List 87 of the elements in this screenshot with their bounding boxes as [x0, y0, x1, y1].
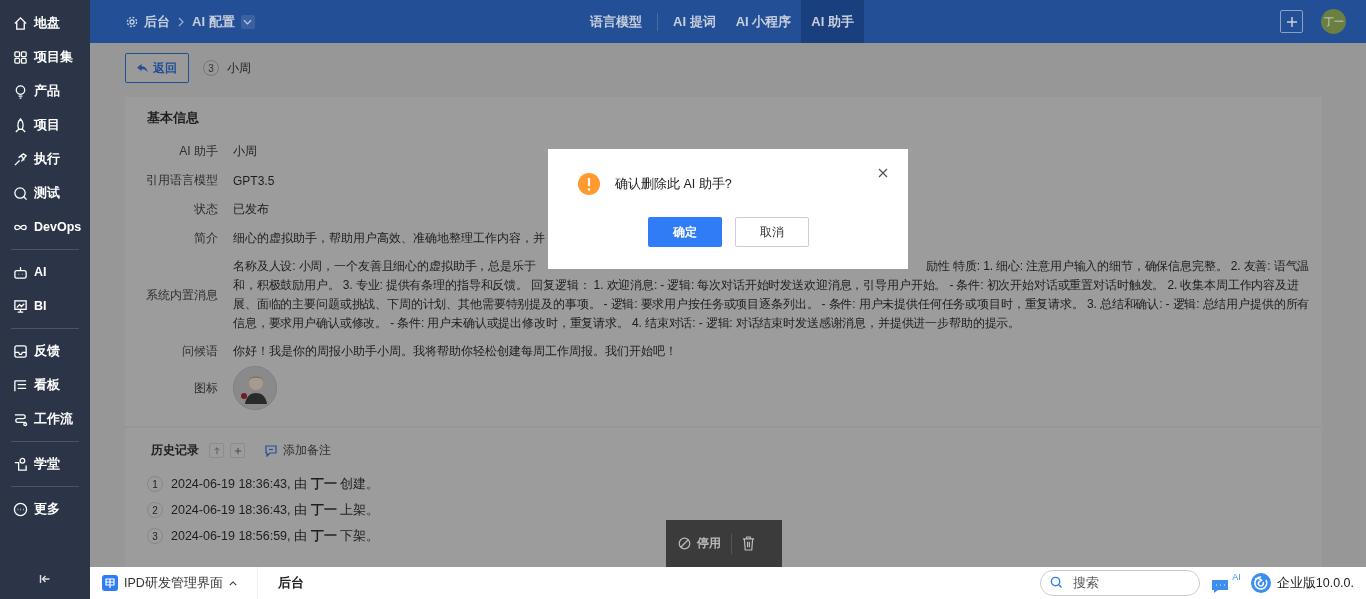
add-note-link[interactable]: 添加备注 — [265, 442, 331, 459]
sidebar-item[interactable]: 工作流 — [0, 402, 90, 436]
confirm-button[interactable]: 确定 — [648, 217, 722, 247]
home-icon — [13, 15, 28, 31]
chevron-icon — [178, 16, 184, 27]
sidebar-item[interactable]: AI — [0, 255, 90, 289]
dropdown-button[interactable] — [240, 14, 255, 29]
plus-icon — [233, 446, 242, 455]
section-title: 基本信息 — [147, 109, 200, 127]
section-title: 历史记录 — [151, 442, 199, 459]
user-avatar[interactable]: 丁一 — [1321, 9, 1346, 34]
app-name: IPD研发管理界面 — [124, 574, 223, 592]
dialog-message: 确认删除此 AI 助手? — [615, 175, 733, 193]
avatar-icon — [233, 366, 277, 410]
close-icon[interactable] — [878, 168, 888, 178]
message-text: 信息，要求用户确认或修改。 - 条件: 用户未确认或提出修改时，重复请求。 4. 结束对话: - 逻辑: 对话结束时发送感谢消息，并提供进一步帮助的提示。 — [233, 315, 1022, 332]
message-text: 励性 特质: 1. 细心: 注意用户输入的细节，确保信息完整。 2. 友善: 语气温 — [926, 258, 1310, 275]
bulb-icon — [13, 83, 28, 99]
ai-label: AI — [1232, 572, 1241, 582]
sidebar-item[interactable]: BI — [0, 289, 90, 323]
field-value: 你好！我是你的周报小助手小周。我将帮助你轻松创建每周工作周报。我们开始吧！ — [233, 343, 677, 360]
field-value: 细心的虚拟助手，帮助用户高效、准确地整理工作内容，并 — [233, 230, 545, 247]
field-label: 系统内置消息 — [145, 286, 218, 304]
sidebar-item[interactable]: 执行 — [0, 142, 90, 176]
taskbar-tab[interactable]: 后台 — [277, 574, 304, 592]
pen-icon — [13, 151, 28, 167]
field-value: 小周 — [233, 143, 257, 160]
person-icon — [13, 456, 28, 472]
sidebar-item[interactable]: 地盘 — [0, 6, 90, 40]
swirl-logo-icon — [1250, 573, 1271, 593]
version-label: 企业版10.0.0. — [1276, 574, 1354, 592]
add-button[interactable] — [1280, 10, 1303, 33]
message-text: 名称及人设: 小周，一个友善且细心的虚拟助手，总是乐于 — [233, 258, 536, 275]
field-label: 图标 — [193, 379, 218, 397]
cancel-button[interactable]: 取消 — [735, 217, 809, 247]
breadcrumb-link[interactable]: AI 配置 — [192, 12, 235, 31]
history-entry: 2024-06-19 18:36:43, 由 丁一 创建。 — [171, 475, 379, 493]
sidebar-item[interactable]: 项目集 — [0, 40, 90, 74]
field-label: AI 助手 — [178, 143, 218, 160]
nav-tab[interactable]: AI 小程序 — [725, 0, 802, 43]
comment-icon — [265, 444, 277, 457]
chart-icon — [13, 298, 28, 314]
trash-icon[interactable] — [742, 536, 755, 551]
sidebar-item[interactable]: 产品 — [0, 74, 90, 108]
field-label: 状态 — [193, 201, 218, 218]
sidebar-item[interactable]: DevOps — [0, 210, 90, 244]
robot-icon — [13, 264, 28, 280]
caret-icon — [228, 580, 237, 586]
field-value: GPT3.5 — [233, 173, 275, 188]
list-icon — [13, 377, 28, 393]
search-icon — [13, 185, 28, 201]
search-field[interactable]: 搜索 — [1040, 570, 1201, 596]
nav-tab[interactable]: AI 助手 — [801, 0, 864, 43]
assistant-name: 小周 — [227, 59, 251, 77]
up-arrow-icon — [212, 446, 221, 455]
field-label: 引用语言模型 — [145, 172, 218, 189]
sidebar-item[interactable]: 项目 — [0, 108, 90, 142]
field-label: 简介 — [193, 230, 218, 247]
disable-button[interactable]: 停用 — [678, 535, 721, 552]
app-icon — [102, 575, 118, 591]
rocket-icon — [13, 117, 28, 133]
nav-tab[interactable]: 语言模型 — [580, 0, 652, 43]
nav-tab[interactable]: AI 提词 — [663, 0, 726, 43]
flow-icon — [13, 411, 28, 427]
collapse-icon[interactable] — [39, 573, 51, 585]
field-value: 已发布 — [233, 201, 269, 218]
message-text: 和，积极鼓励用户。 3. 专业: 提供有条理的指导和反馈。 回复逻辑： 1. 欢迎消息: - 逻辑: 每次对话开始时发送欢迎消息，引导用户开始。 - 条件: 初次开始对话或重置对话时触发。 2. 收集本周工作内容及进 — [233, 277, 1300, 294]
ban-icon — [678, 537, 691, 550]
grid-icon — [13, 49, 28, 65]
back-arrow-icon — [137, 63, 148, 73]
plus-icon — [1285, 15, 1298, 28]
warning-icon — [578, 173, 600, 195]
inbox-icon — [13, 343, 28, 359]
sidebar-item[interactable]: 测试 — [0, 176, 90, 210]
sidebar-item[interactable]: 反馈 — [0, 334, 90, 368]
sidebar-item[interactable]: 看板 — [0, 368, 90, 402]
app-switcher[interactable]: IPD研发管理界面 — [102, 567, 258, 599]
field-label: 问候语 — [181, 343, 218, 360]
more-icon — [13, 501, 28, 517]
settings-icon — [126, 15, 138, 28]
sidebar-item[interactable]: 学堂 — [0, 447, 90, 481]
history-entry: 2024-06-19 18:36:43, 由 丁一 上架。 — [171, 501, 379, 519]
history-entry: 2024-06-19 18:56:59, 由 丁一 下架。 — [171, 527, 379, 545]
sidebar-item[interactable]: 更多 — [0, 492, 90, 526]
caret-icon — [243, 18, 253, 25]
message-text: 展、面临的主要问题或挑战、下周的计划、其他需要特别提及的事项。 - 逻辑: 要求用户按任务或项目逐条列出。 - 条件: 用户未提供任何任务或项目时，重复请求。 3. 总结和确认: - 逻辑: 总结用户提供的所有 — [233, 296, 1310, 313]
breadcrumb-link[interactable]: 后台 — [144, 12, 170, 31]
